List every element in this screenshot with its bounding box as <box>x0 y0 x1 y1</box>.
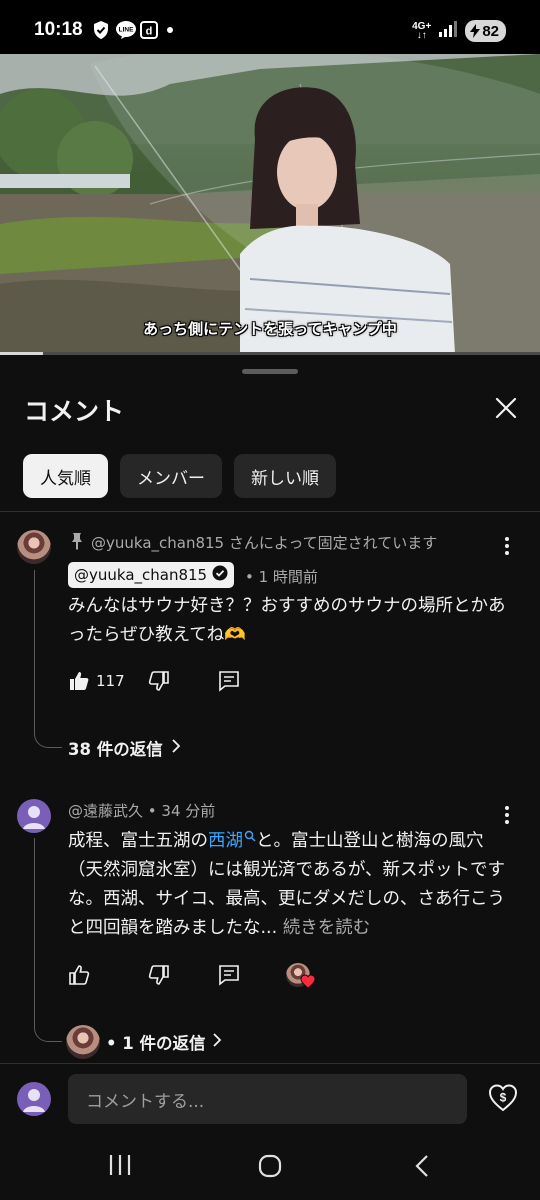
battery-indicator: 82 <box>465 20 506 42</box>
reply-icon[interactable] <box>218 964 240 986</box>
chevron-right-icon <box>212 1032 222 1052</box>
super-thanks-icon[interactable]: $ <box>487 1082 519 1118</box>
reply-count: 38 件の返信 <box>68 740 163 759</box>
pin-icon <box>70 532 84 554</box>
recent-apps-icon[interactable] <box>108 1154 132 1180</box>
svg-text:d: d <box>146 26 153 38</box>
more-options-icon[interactable] <box>497 536 517 556</box>
docomo-d-icon: d <box>140 20 158 40</box>
chip-members[interactable]: メンバー <box>120 454 222 498</box>
comment-author: @遠藤武久 <box>68 802 144 820</box>
reply-count: • 1 件の返信 <box>106 1034 206 1053</box>
home-icon[interactable] <box>258 1154 282 1182</box>
heart-icon <box>300 974 316 989</box>
network-indicator: 4G+ ↓↑ <box>412 21 432 41</box>
like-count: 117 <box>96 672 125 690</box>
view-replies-link[interactable]: • 1 件の返信 <box>66 1025 222 1059</box>
replier-avatar <box>66 1025 100 1059</box>
heart-hands-emoji: 🫶 <box>224 625 247 645</box>
user-avatar[interactable] <box>17 1082 51 1116</box>
svg-text:LINE: LINE <box>119 27 134 34</box>
verified-icon <box>212 565 228 585</box>
author-badge[interactable]: @yuuka_chan815 <box>68 562 235 588</box>
video-player[interactable]: あっち側にテントを張ってキャンプ中 <box>0 54 540 354</box>
avatar[interactable] <box>17 530 51 564</box>
chevron-right-icon <box>171 738 181 758</box>
author-name: @yuuka_chan815 <box>74 566 208 584</box>
thread-line <box>34 570 62 748</box>
comment-text: 成程、富士五湖の西湖 と。富士山登山と樹海の風穴（天然洞窟氷室）には観光済であるが… <box>68 830 505 938</box>
chip-popular[interactable]: 人気順 <box>23 454 108 498</box>
video-caption: あっち側にテントを張ってキャンプ中 <box>143 320 397 338</box>
line-icon: LINE <box>115 20 137 40</box>
sort-chips: 人気順 メンバー 新しい順 <box>23 454 336 498</box>
search-link[interactable]: 西湖 <box>208 830 256 851</box>
status-time: 10:18 <box>34 19 83 40</box>
video-progress-fill <box>0 352 44 355</box>
divider <box>0 511 540 512</box>
svg-text:$: $ <box>500 1091 507 1105</box>
more-options-icon[interactable] <box>497 805 517 825</box>
close-icon[interactable] <box>490 392 522 424</box>
system-nav-bar <box>0 1130 540 1200</box>
like-icon[interactable] <box>68 670 90 692</box>
like-icon[interactable] <box>68 964 90 986</box>
comment-text: みんなはサウナ好き？？おすすめのサウナの場所とかあったらぜひ教えてね🫶 <box>68 596 506 645</box>
battery-charging-icon <box>470 24 481 38</box>
status-bar: 10:18 LINE d 4G+ ↓↑ 82 <box>0 0 540 54</box>
thread-line <box>34 838 62 1042</box>
comment-time: • 1 時間前 <box>245 568 318 586</box>
divider <box>0 1063 540 1064</box>
video-progress-bar[interactable] <box>0 352 540 355</box>
read-more-link[interactable]: 続きを読む <box>283 918 371 938</box>
dislike-icon[interactable] <box>148 670 170 692</box>
pinned-label: @yuuka_chan815 さんによって固定されています <box>91 534 438 552</box>
creator-heart-badge <box>286 963 316 991</box>
avatar[interactable] <box>17 799 51 833</box>
battery-level: 82 <box>482 22 499 40</box>
comment-author-meta: @遠藤武久 • 34 分前 <box>68 800 215 821</box>
notification-dot-icon <box>166 20 174 40</box>
drag-handle[interactable] <box>242 369 298 374</box>
video-frame <box>0 54 540 354</box>
comments-title: コメント <box>24 397 125 426</box>
view-replies-link[interactable]: 38 件の返信 <box>68 736 181 760</box>
shield-check-icon <box>92 20 110 40</box>
dislike-icon[interactable] <box>148 964 170 986</box>
comment-time: • 34 分前 <box>147 802 216 820</box>
signal-icon <box>439 21 458 41</box>
comment-input[interactable]: コメントする... <box>68 1074 467 1124</box>
back-icon[interactable] <box>414 1154 430 1182</box>
chip-newest[interactable]: 新しい順 <box>234 454 336 498</box>
reply-icon[interactable] <box>218 670 240 692</box>
search-icon <box>244 830 256 842</box>
